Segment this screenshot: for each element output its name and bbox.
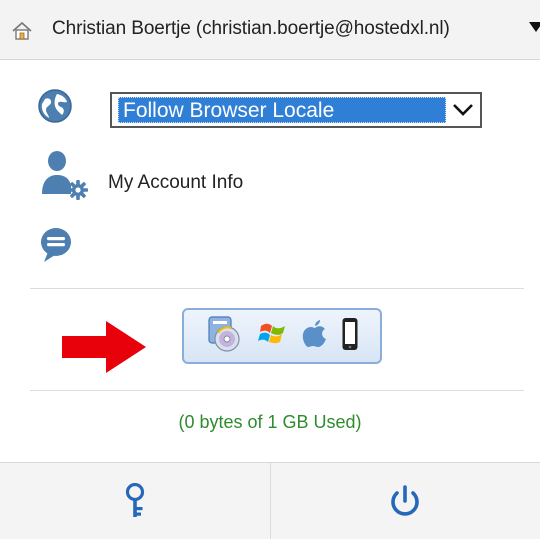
client-cd-icon[interactable]: [205, 314, 245, 359]
home-icon: [12, 21, 32, 40]
windows-icon[interactable]: [258, 320, 288, 353]
user-identity-label: Christian Boertje (christian.boertje@hos…: [52, 18, 450, 39]
chat-bubble-icon[interactable]: [38, 225, 74, 265]
mobile-phone-icon[interactable]: [341, 317, 359, 356]
change-password-button[interactable]: [0, 463, 270, 539]
power-icon: [391, 485, 420, 516]
section-divider: [30, 390, 524, 391]
locale-selected-value: Follow Browser Locale: [118, 97, 446, 123]
caret-down-icon[interactable]: [529, 22, 540, 32]
apple-icon[interactable]: [302, 319, 328, 353]
user-settings-icon[interactable]: [40, 150, 88, 202]
sign-out-button[interactable]: [269, 463, 540, 539]
footer-toolbar: [0, 462, 540, 539]
my-account-info-link[interactable]: My Account Info: [108, 172, 243, 194]
globe-icon: [38, 89, 72, 123]
key-icon: [125, 483, 144, 517]
red-arrow-icon: [62, 321, 146, 373]
section-divider: [30, 288, 524, 289]
client-downloads-bar[interactable]: [182, 308, 382, 364]
storage-usage-text: (0 bytes of 1 GB Used): [178, 412, 362, 432]
user-header[interactable]: Christian Boertje (christian.boertje@hos…: [0, 0, 540, 60]
locale-select[interactable]: Follow Browser Locale: [110, 92, 482, 128]
chevron-down-icon[interactable]: [446, 94, 480, 126]
